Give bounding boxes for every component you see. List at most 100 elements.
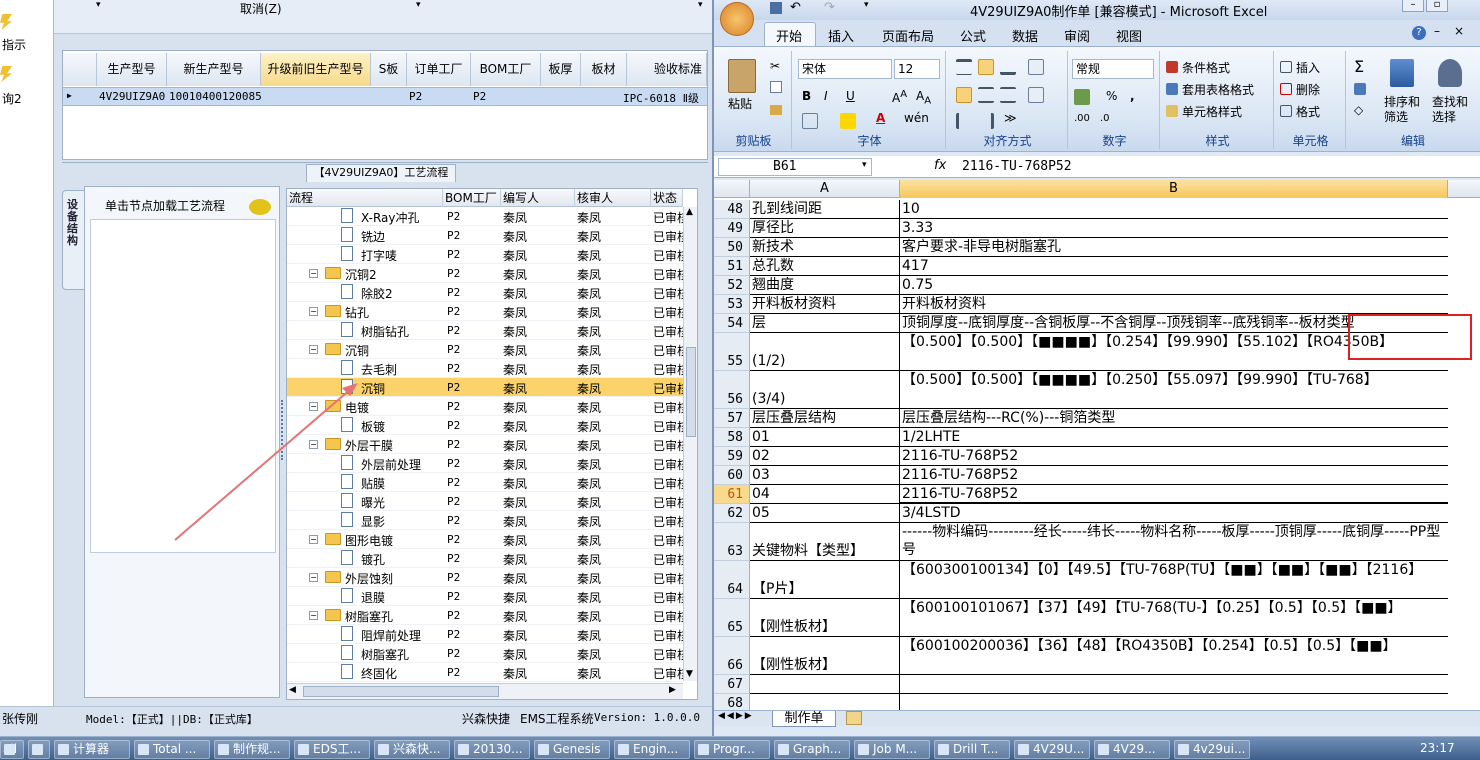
taskbar-button[interactable]: Drill T...: [934, 740, 1010, 759]
align-bottom-icon[interactable]: [1000, 59, 1016, 75]
taskbar-button[interactable]: Graph...: [774, 740, 850, 759]
taskbar-button[interactable]: 4V29U...: [1014, 740, 1090, 759]
cell-new-model[interactable]: 10010400120085: [169, 90, 262, 103]
tree-row[interactable]: − 树脂塞孔 P2 秦凤 秦凤 已审核: [287, 606, 683, 625]
paste-button[interactable]: 粘贴: [728, 95, 752, 112]
cell-a[interactable]: 04: [750, 485, 900, 504]
decrease-indent-icon[interactable]: [956, 113, 972, 129]
tree-row[interactable]: 树脂钻孔 P2 秦凤 秦凤 已审核: [287, 321, 683, 340]
col-header-order-factory[interactable]: 订单工厂: [407, 53, 471, 86]
tree-row[interactable]: − 外层干膜 P2 秦凤 秦凤 已审核: [287, 435, 683, 454]
fill-color-icon[interactable]: [840, 113, 856, 129]
cell-b[interactable]: 【600100200036】【36】【48】【RO4350B】【0.254】【0…: [900, 637, 1448, 675]
tab-page-layout[interactable]: 页面布局: [882, 26, 934, 45]
cell-a[interactable]: 层: [750, 314, 900, 333]
tree-row[interactable]: − 钻孔 P2 秦凤 秦凤 已审核: [287, 302, 683, 321]
collapse-icon[interactable]: −: [309, 535, 318, 544]
cell-b[interactable]: 3/4LSTD: [900, 504, 1448, 523]
dropdown-arrow-icon[interactable]: ▾: [698, 0, 703, 10]
copy-icon[interactable]: [770, 81, 782, 93]
tree-row[interactable]: 显影 P2 秦凤 秦凤 已审核: [287, 511, 683, 530]
cell-a[interactable]: (3/4): [750, 371, 900, 409]
align-left-icon[interactable]: [956, 87, 972, 103]
align-top-icon[interactable]: [956, 59, 972, 75]
cell-b[interactable]: 1/2LHTE: [900, 428, 1448, 447]
currency-icon[interactable]: [1074, 89, 1090, 105]
shrink-font-icon[interactable]: AA: [916, 89, 931, 106]
cell-b[interactable]: 417: [900, 257, 1448, 276]
taskbar-button[interactable]: 20130...: [454, 740, 530, 759]
tree-header-bom[interactable]: BOM工厂: [443, 189, 501, 207]
table-row[interactable]: ▶ 4V29UIZ9A0 10010400120085 P2 P2 IPC-60…: [63, 87, 707, 106]
taskbar-button[interactable]: 4v29ui...: [1174, 740, 1250, 759]
row-header[interactable]: 67: [714, 675, 750, 694]
row-header[interactable]: 61: [714, 485, 750, 504]
cell-b[interactable]: 2116-TU-768P52: [900, 447, 1448, 466]
row-header[interactable]: 57: [714, 409, 750, 428]
row-header[interactable]: 48: [714, 200, 750, 219]
col-header-acceptance[interactable]: 验收标准: [627, 53, 707, 86]
formula-input[interactable]: 2116-TU-768P52: [962, 159, 1072, 174]
taskbar-button[interactable]: Total ...: [134, 740, 210, 759]
conditional-format-button[interactable]: 条件格式: [1182, 59, 1230, 76]
cell-a[interactable]: 【P片】: [750, 561, 900, 599]
tab-insert[interactable]: 插入: [828, 26, 854, 45]
help-icon[interactable]: ?: [1412, 26, 1426, 40]
increase-indent-icon[interactable]: [978, 113, 994, 129]
cell-b[interactable]: ------物料编码---------经长-----纬长-----物料名称---…: [900, 523, 1448, 561]
tree-header-writer[interactable]: 编写人: [501, 189, 575, 207]
underline-icon[interactable]: U: [846, 89, 855, 103]
cell-a[interactable]: (1/2): [750, 333, 900, 371]
col-header-thickness[interactable]: 板厚: [541, 53, 581, 86]
row-header[interactable]: 53: [714, 295, 750, 314]
cut-icon[interactable]: ✂: [770, 59, 780, 73]
tree-row[interactable]: − 沉铜 P2 秦凤 秦凤 已审核: [287, 340, 683, 359]
tree-row[interactable]: 退膜 P2 秦凤 秦凤 已审核: [287, 587, 683, 606]
percent-icon[interactable]: %: [1106, 89, 1117, 103]
tree-row[interactable]: − 外层蚀刻 P2 秦凤 秦凤 已审核: [287, 568, 683, 587]
row-header[interactable]: 60: [714, 466, 750, 485]
undo-icon[interactable]: ↶: [790, 0, 801, 15]
name-box-dropdown-icon[interactable]: ▾: [862, 160, 867, 170]
scrollbar-thumb[interactable]: [686, 347, 696, 437]
tree-row[interactable]: 终固化 P2 秦凤 秦凤 已审核: [287, 663, 683, 682]
phonetic-icon[interactable]: wén: [904, 111, 929, 125]
scrollbar-thumb[interactable]: [303, 686, 499, 697]
row-header[interactable]: 66: [714, 637, 750, 675]
cancel-button[interactable]: 取消(Z): [240, 0, 282, 17]
row-header[interactable]: 62: [714, 504, 750, 523]
collapse-icon[interactable]: −: [309, 611, 318, 620]
row-header[interactable]: 58: [714, 428, 750, 447]
name-box[interactable]: B61: [718, 158, 872, 176]
grow-font-icon[interactable]: AA: [892, 89, 907, 105]
collapse-icon[interactable]: −: [309, 345, 318, 354]
tree-row[interactable]: 曝光 P2 秦凤 秦凤 已审核: [287, 492, 683, 511]
tree-row[interactable]: − 图形电镀 P2 秦凤 秦凤 已审核: [287, 530, 683, 549]
cell-a[interactable]: [750, 675, 900, 694]
cell-b[interactable]: 开料板材资料: [900, 295, 1448, 314]
clear-icon[interactable]: ◇: [1354, 103, 1363, 117]
tree-row[interactable]: 除胶2 P2 秦凤 秦凤 已审核: [287, 283, 683, 302]
row-header[interactable]: 59: [714, 447, 750, 466]
collapse-icon[interactable]: −: [309, 440, 318, 449]
cell-b[interactable]: [900, 675, 1448, 694]
tab-data[interactable]: 数据: [1012, 26, 1038, 45]
scroll-right-icon[interactable]: ▶: [669, 685, 676, 695]
cell-acceptance[interactable]: IPC-6018 Ⅱ级: [623, 90, 699, 106]
sort-filter-button[interactable]: 排序和 筛选: [1384, 95, 1420, 125]
cell-a[interactable]: 【刚性板材】: [750, 637, 900, 675]
collapse-icon[interactable]: −: [309, 402, 318, 411]
function-icon[interactable]: fx: [934, 158, 946, 173]
cell-a[interactable]: 03: [750, 466, 900, 485]
tree-row[interactable]: X-Ray冲孔 P2 秦凤 秦凤 已审核: [287, 207, 683, 226]
row-header[interactable]: 56: [714, 371, 750, 409]
row-header[interactable]: 52: [714, 276, 750, 295]
tree-row[interactable]: 沉铜 P2 秦凤 秦凤 已审核: [287, 378, 683, 397]
collapse-icon[interactable]: −: [309, 269, 318, 278]
col-header-new-model[interactable]: 新生产型号: [167, 53, 261, 86]
row-header[interactable]: 55: [714, 333, 750, 371]
select-all-corner[interactable]: [714, 180, 750, 198]
col-header-s-board[interactable]: S板: [371, 53, 407, 86]
tab-formulas[interactable]: 公式: [960, 26, 986, 45]
row-header[interactable]: 63: [714, 523, 750, 561]
